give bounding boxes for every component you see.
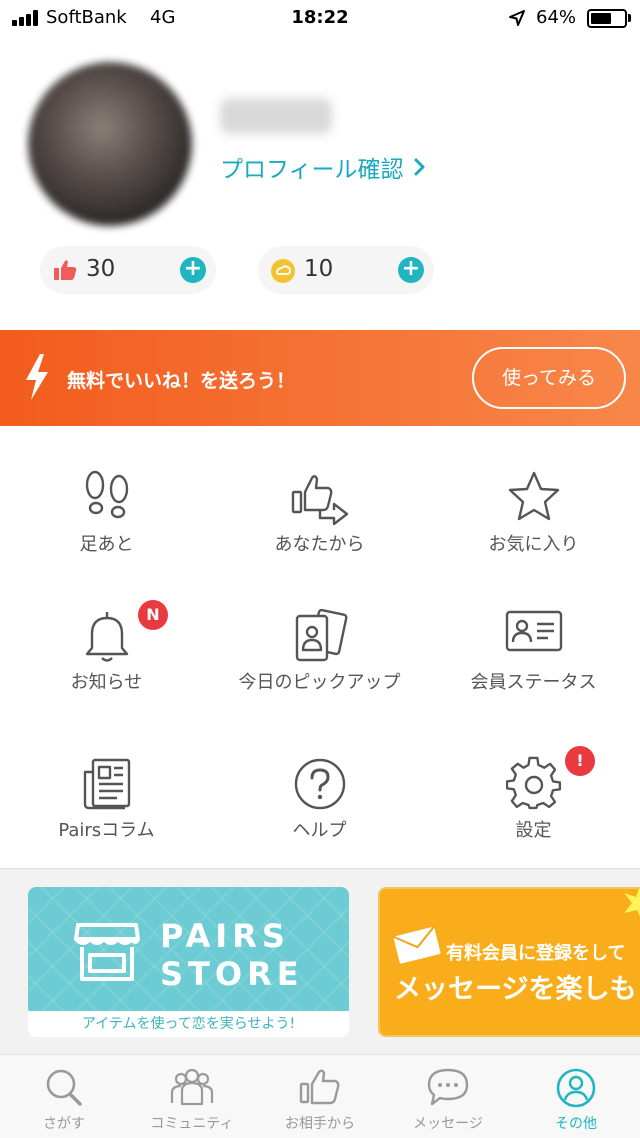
menu-favorites[interactable]: お気に入り [427, 430, 640, 568]
store-title-line1: PAIRS [160, 917, 290, 955]
paid-membership-banner[interactable]: 有料会員に登録をして メッセージを楽しも [378, 887, 640, 1037]
battery-icon [587, 9, 627, 28]
tab-other-label: その他 [555, 1116, 597, 1132]
profile-check-link[interactable]: プロフィール確認 [220, 150, 426, 184]
tab-messages-label: メッセージ [413, 1116, 483, 1132]
settings-badge: ! [565, 746, 595, 776]
tab-search-label: さがす [43, 1116, 85, 1132]
location-arrow-icon [509, 10, 525, 26]
menu-from-you-label: あなたから [274, 534, 365, 555]
user-name [220, 98, 332, 134]
try-it-button[interactable]: 使ってみる [472, 347, 626, 409]
starburst-icon [624, 889, 640, 917]
thumbs-up-icon [54, 260, 77, 280]
menu-help[interactable]: ヘルプ [213, 716, 426, 854]
menu-todays-pickup[interactable]: 今日のピックアップ [213, 568, 426, 706]
thumbs-up-icon [299, 1069, 340, 1105]
profile-cards-icon [295, 608, 347, 662]
tab-community-label: コミュニティ [150, 1116, 234, 1132]
menu-footprints-label: 足あと [79, 534, 134, 555]
tab-messages[interactable]: メッセージ [384, 1055, 512, 1138]
profile-check-label: プロフィール確認 [220, 157, 404, 183]
envelope-icon [392, 925, 441, 964]
bell-icon [85, 612, 128, 662]
free-like-text: 無料でいいね！を送ろう！ [67, 370, 296, 392]
newspaper-icon [83, 758, 130, 810]
membership-line1: 有料会員に登録をして [446, 943, 626, 964]
status-bar: SoftBank 4G 18:22 64% [0, 0, 640, 36]
menu-settings[interactable]: ! 設定 [427, 716, 640, 854]
coins-count: 10 [304, 256, 334, 282]
tab-community[interactable]: コミュニティ [128, 1055, 256, 1138]
bottom-tab-bar: さがす コミュニティ お相手から メッセージ その他 [0, 1054, 640, 1138]
menu-footprints[interactable]: 足あと [0, 430, 213, 568]
battery-fill [591, 13, 612, 24]
likes-counter: 30 + [40, 246, 216, 294]
likes-count: 30 [86, 256, 116, 282]
lightning-icon [26, 354, 48, 400]
tab-from-partner-label: お相手から [285, 1116, 355, 1132]
pairs-store-banner[interactable]: PAIRS STORE アイテムを使って恋を実らせよう! [28, 887, 349, 1037]
tab-search[interactable]: さがす [0, 1055, 128, 1138]
menu-from-you[interactable]: あなたから [213, 430, 426, 568]
menu-member-status[interactable]: 会員ステータス [427, 568, 640, 706]
menu-notifications-label: お知らせ [70, 672, 143, 693]
notifications-badge: N [138, 600, 168, 630]
chat-bubble-icon [427, 1068, 469, 1106]
storefront-icon [74, 923, 140, 981]
gear-icon [505, 756, 561, 810]
battery-percent: 64% [536, 7, 577, 28]
tab-other[interactable]: その他 [512, 1055, 640, 1138]
battery-tip [628, 14, 631, 22]
menu-settings-label: 設定 [515, 820, 552, 841]
store-title: PAIRS STORE [160, 917, 304, 993]
menu-pairs-column-label: Pairsコラム [58, 820, 155, 841]
menu-help-label: ヘルプ [292, 820, 347, 841]
coins-counter: 10 + [258, 246, 434, 294]
community-icon [170, 1068, 214, 1106]
star-icon [508, 471, 559, 521]
footprints-icon [85, 470, 128, 519]
pairs-store-background: PAIRS STORE [28, 887, 349, 1011]
membership-line2: メッセージを楽しも [394, 974, 637, 1005]
chevron-right-icon [414, 158, 425, 176]
banner-carousel[interactable]: PAIRS STORE アイテムを使って恋を実らせよう! 有料会員に登録をして … [0, 869, 640, 1054]
add-likes-button[interactable]: + [180, 257, 206, 283]
avatar[interactable] [28, 62, 192, 226]
id-card-icon [505, 610, 562, 652]
add-coins-button[interactable]: + [398, 257, 424, 283]
menu-todays-pickup-label: 今日のピックアップ [238, 672, 401, 693]
search-icon [46, 1069, 82, 1106]
menu-favorites-label: お気に入り [488, 534, 579, 555]
menu-member-status-label: 会員ステータス [470, 672, 597, 693]
store-title-line2: STORE [160, 955, 304, 993]
tab-from-partner[interactable]: お相手から [256, 1055, 384, 1138]
menu-notifications[interactable]: N お知らせ [0, 568, 213, 706]
menu-pairs-column[interactable]: Pairsコラム [0, 716, 213, 854]
free-like-banner: 無料でいいね！を送ろう！ 使ってみる [0, 330, 640, 426]
coin-icon [271, 259, 295, 283]
store-caption: アイテムを使って恋を実らせよう! [81, 1016, 296, 1032]
thumbs-up-send-icon [291, 475, 348, 526]
user-circle-icon [556, 1068, 596, 1108]
help-icon [294, 758, 345, 810]
